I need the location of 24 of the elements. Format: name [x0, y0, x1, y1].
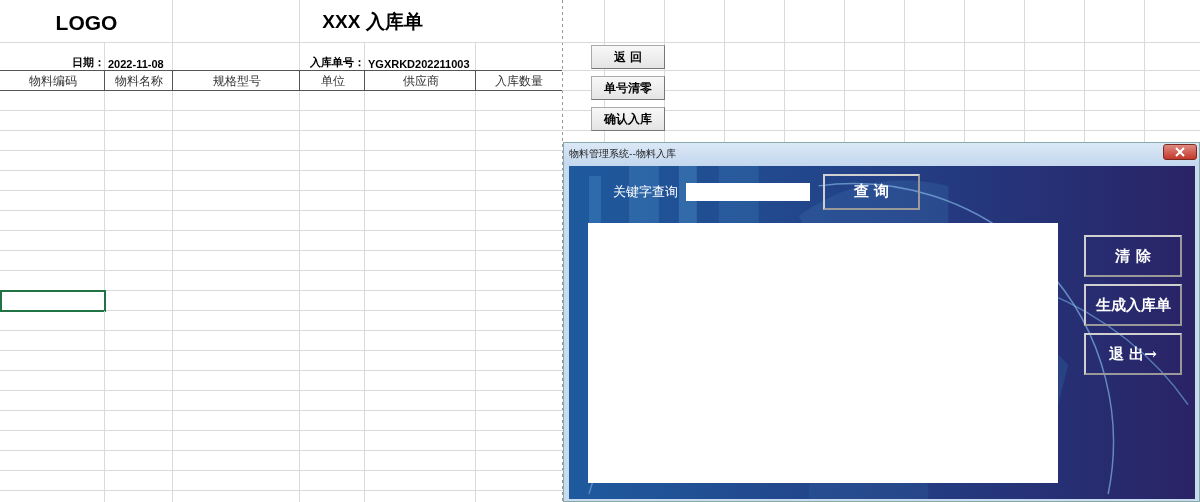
dialog-button[interactable]: 清 除 — [1084, 235, 1182, 277]
search-button[interactable]: 查 询 — [823, 173, 920, 210]
column-header: 单位 — [320, 73, 345, 89]
close-button[interactable] — [1163, 143, 1197, 160]
logo-text: LOGO — [55, 10, 118, 35]
column-header: 供应商 — [402, 73, 439, 89]
sheet-title: XXX 入库单 — [322, 9, 423, 34]
column-header: 规格型号 — [212, 73, 261, 89]
date-value: 2022-11-08 — [108, 58, 164, 70]
dialog-button[interactable]: 退 出→ — [1084, 333, 1182, 375]
order-number-label: 入库单号： — [310, 55, 365, 70]
close-icon — [1174, 146, 1186, 157]
sheet-button[interactable]: 单号清零 — [591, 76, 665, 100]
column-header: 物料编码 — [28, 73, 77, 89]
selected-cell[interactable] — [0, 290, 106, 312]
column-header: 物料名称 — [115, 73, 163, 89]
dialog-button[interactable]: 生成入库单 — [1084, 284, 1182, 326]
window-title: 物料管理系统--物料入库 — [569, 148, 676, 161]
sheet-button[interactable]: 返 回 — [591, 45, 665, 69]
sheet-button[interactable]: 确认入库 — [591, 107, 665, 131]
order-number-value: YGXRKD202211003 — [368, 58, 470, 70]
column-header: 入库数量 — [495, 73, 543, 89]
date-label: 日期： — [72, 55, 105, 70]
search-label: 关键字查询 — [613, 182, 678, 201]
